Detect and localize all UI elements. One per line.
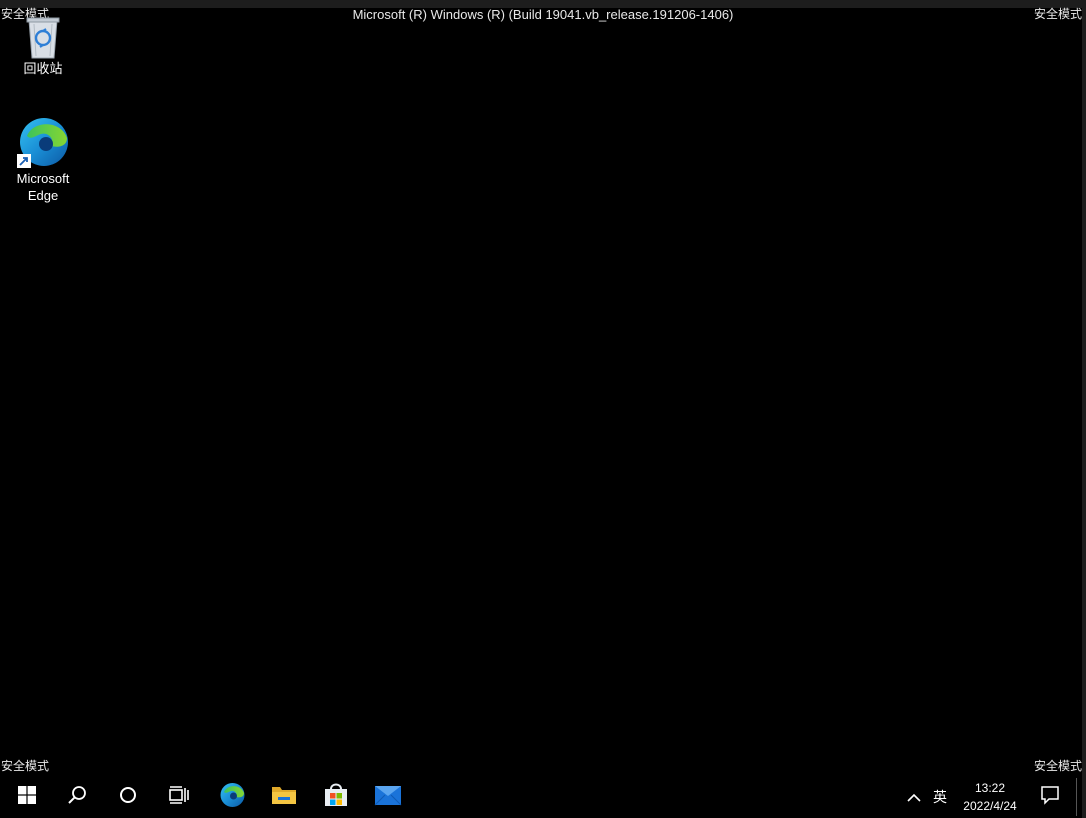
taskbar: 英 13:22 2022/4/24 (0, 776, 1082, 818)
search-icon (67, 785, 87, 809)
task-view-icon (169, 786, 189, 808)
action-center-icon (1040, 785, 1060, 809)
microsoft-store-icon (323, 782, 349, 812)
desktop-icon-label-line-2: Edge (27, 188, 59, 203)
windows-build-info: Microsoft (R) Windows (R) (Build 19041.v… (352, 7, 734, 22)
taskbar-edge-button[interactable] (208, 776, 256, 818)
action-center-button[interactable] (1030, 776, 1070, 818)
file-explorer-icon (271, 784, 297, 810)
edge-icon (6, 114, 80, 170)
cortana-button[interactable] (104, 776, 152, 818)
clock-date: 2022/4/24 (963, 799, 1017, 813)
system-clock[interactable]: 13:22 2022/4/24 (954, 779, 1026, 817)
recycle-bin-icon (6, 12, 80, 60)
input-method-indicator[interactable]: 英 (926, 776, 954, 818)
safe-mode-watermark-bottom-left: 安全模式 (1, 759, 50, 773)
task-view-button[interactable] (155, 776, 203, 818)
chevron-up-icon (907, 788, 921, 807)
taskbar-file-explorer-button[interactable] (260, 776, 308, 818)
mail-icon (374, 784, 402, 810)
desktop-icon-label-line-1: Microsoft (16, 171, 70, 186)
desktop-icon-label: 回收站 (23, 61, 63, 76)
safe-mode-watermark-bottom-right: 安全模式 (1033, 759, 1082, 773)
edge-icon (218, 781, 246, 813)
desktop-icon-recycle-bin[interactable]: 回收站 (6, 12, 80, 77)
window-right-border (1082, 0, 1086, 818)
taskbar-mail-button[interactable] (364, 776, 412, 818)
clock-time: 13:22 (974, 781, 1006, 795)
desktop-icon-microsoft-edge[interactable]: Microsoft Edge (6, 114, 80, 204)
taskbar-microsoft-store-button[interactable] (312, 776, 360, 818)
show-hidden-icons-button[interactable] (902, 776, 926, 818)
search-button[interactable] (53, 776, 101, 818)
cortana-icon (119, 786, 137, 808)
windows-start-icon (18, 786, 36, 808)
start-button[interactable] (3, 776, 51, 818)
show-desktop-button[interactable] (1076, 778, 1077, 816)
